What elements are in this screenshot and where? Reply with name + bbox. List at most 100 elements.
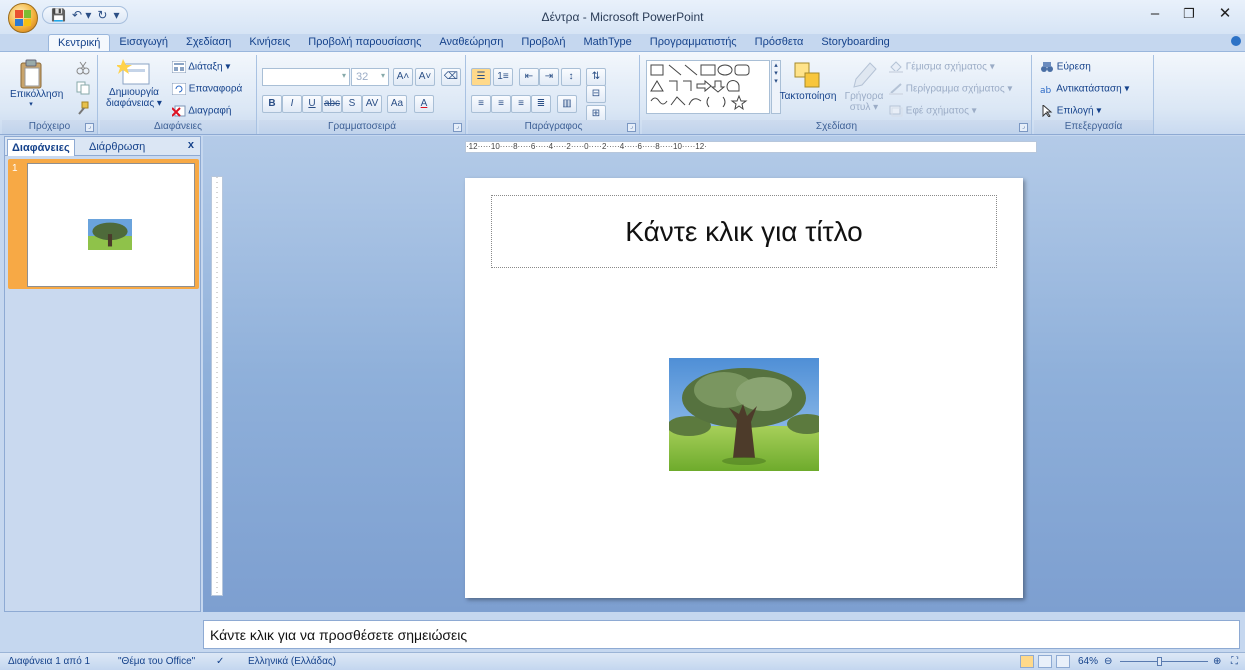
paste-button[interactable]: Επικόλληση ▾ xyxy=(10,59,63,108)
close-pane-icon[interactable]: x xyxy=(188,139,194,151)
language-status[interactable]: Ελληνικά (Ελλάδας) xyxy=(248,656,336,667)
increase-indent-button[interactable]: ⇥ xyxy=(539,68,559,86)
paragraph-launcher-icon[interactable]: ⌟ xyxy=(627,123,636,132)
underline-button[interactable]: U xyxy=(302,95,322,113)
italic-button[interactable]: I xyxy=(282,95,302,113)
reset-button[interactable]: Επαναφορά xyxy=(172,83,242,95)
font-size-value: 32 xyxy=(356,71,369,83)
tab-home[interactable]: Κεντρική xyxy=(48,34,111,51)
quick-styles-label-2: στυλ ▾ xyxy=(849,102,879,113)
columns-button[interactable]: ▥ xyxy=(557,95,577,113)
binoculars-icon xyxy=(1041,62,1053,72)
align-left-button[interactable]: ≡ xyxy=(471,95,491,113)
slide-sorter-icon[interactable] xyxy=(1038,655,1052,668)
zoom-out-icon[interactable]: ⊖ xyxy=(1104,656,1112,667)
tab-slides-pane[interactable]: Διαφάνειες xyxy=(7,139,75,156)
layout-button[interactable]: Διάταξη ▾ xyxy=(172,61,230,73)
justify-button[interactable]: ≣ xyxy=(531,95,551,113)
shape-outline-label: Περίγραμμα σχήματος ▾ xyxy=(905,83,1013,95)
align-center-button[interactable]: ≡ xyxy=(491,95,511,113)
layout-icon xyxy=(172,61,186,73)
copy-icon[interactable] xyxy=(76,81,90,95)
slides-group-label: Διαφάνειες xyxy=(100,120,256,134)
pane-tabs: Διαφάνειες Διάρθρωση x xyxy=(5,137,200,156)
olive-tree-image[interactable] xyxy=(669,358,819,471)
strikethrough-button[interactable]: abc xyxy=(322,95,342,113)
format-painter-icon[interactable] xyxy=(76,101,90,115)
tab-addins[interactable]: Πρόσθετα xyxy=(746,34,813,51)
font-name-combo[interactable]: ▾ xyxy=(262,68,350,86)
bold-button[interactable]: B xyxy=(262,95,282,113)
find-button[interactable]: Εύρεση xyxy=(1040,61,1091,73)
tab-storyboarding[interactable]: Storyboarding xyxy=(812,34,899,51)
align-right-button[interactable]: ≡ xyxy=(511,95,531,113)
shapes-gallery[interactable] xyxy=(646,60,770,114)
tab-view[interactable]: Προβολή xyxy=(512,34,574,51)
theme-status[interactable]: "Θέμα του Office" xyxy=(118,656,195,667)
tab-review[interactable]: Αναθεώρηση xyxy=(430,34,512,51)
zoom-level[interactable]: 64% xyxy=(1078,656,1098,667)
decrease-indent-button[interactable]: ⇤ xyxy=(519,68,539,86)
line-spacing-button[interactable]: ↕ xyxy=(561,68,581,86)
zoom-in-icon[interactable]: ⊕ xyxy=(1213,656,1221,667)
tab-slideshow[interactable]: Προβολή παρουσίασης xyxy=(299,34,430,51)
tab-animations[interactable]: Κινήσεις xyxy=(240,34,299,51)
shape-outline-button[interactable]: Περίγραμμα σχήματος ▾ xyxy=(889,83,1012,95)
tab-developer[interactable]: Προγραμματιστής xyxy=(641,34,746,51)
close-button[interactable]: ✕ xyxy=(1211,4,1239,24)
replace-icon: ab xyxy=(1040,86,1052,95)
olive-tree-thumbnail-image xyxy=(88,219,132,250)
notes-pane[interactable]: Κάντε κλικ για να προσθέσετε σημειώσεις xyxy=(203,620,1240,649)
char-spacing-button[interactable]: AV xyxy=(362,95,382,113)
delete-slide-label: Διαγραφή xyxy=(188,105,232,117)
new-slide-icon xyxy=(117,59,150,85)
slide-thumbnail[interactable] xyxy=(27,163,195,287)
zoom-slider-thumb[interactable] xyxy=(1157,657,1162,666)
clear-formatting-button[interactable]: ⌫ xyxy=(441,68,461,86)
align-text-button[interactable]: ⊟ xyxy=(586,85,606,103)
drawing-label: Σχεδίαση xyxy=(815,121,858,132)
slide-number: 1 xyxy=(12,163,18,174)
shape-effects-button[interactable]: Εφέ σχήματος ▾ xyxy=(889,105,977,117)
normal-view-icon[interactable] xyxy=(1020,655,1034,668)
arrange-button[interactable]: Τακτοποίηση xyxy=(776,61,840,102)
delete-slide-icon xyxy=(172,105,186,117)
clipboard-launcher-icon[interactable]: ⌟ xyxy=(85,123,94,132)
tab-insert[interactable]: Εισαγωγή xyxy=(110,34,177,51)
shadow-button[interactable]: S xyxy=(342,95,362,113)
font-color-button[interactable]: A xyxy=(414,95,434,113)
replace-button[interactable]: ab Αντικατάσταση ▾ xyxy=(1040,83,1129,95)
slides-pane: Διαφάνειες Διάρθρωση x 1 xyxy=(4,136,201,612)
quick-styles-button[interactable]: Γρήγορα στυλ ▾ xyxy=(840,61,888,113)
bullets-button[interactable]: ☰ xyxy=(471,68,491,86)
shape-fill-button[interactable]: Γέμισμα σχήματος ▾ xyxy=(889,61,995,73)
select-button[interactable]: Επιλογή ▾ xyxy=(1040,105,1101,117)
grow-font-button[interactable]: A˄ xyxy=(393,68,413,86)
clipboard-group-label: Πρόχειρο ⌟ xyxy=(2,120,97,134)
maximize-button[interactable]: ❐ xyxy=(1175,4,1203,24)
slideshow-view-icon[interactable] xyxy=(1056,655,1070,668)
zoom-slider[interactable] xyxy=(1120,661,1208,662)
font-launcher-icon[interactable]: ⌟ xyxy=(453,123,462,132)
tab-outline-pane[interactable]: Διάρθρωση xyxy=(85,139,149,156)
minimize-button[interactable]: – xyxy=(1141,4,1169,24)
slide-canvas[interactable]: Κάντε κλικ για τίτλο xyxy=(465,178,1023,598)
spellcheck-icon[interactable]: ✓ xyxy=(216,656,224,667)
horizontal-ruler: ·12·····10·····8·····6·····4·····2·····0… xyxy=(465,141,1037,153)
title-placeholder[interactable]: Κάντε κλικ για τίτλο xyxy=(491,195,997,268)
help-icon[interactable] xyxy=(1231,36,1241,46)
tab-mathtype[interactable]: MathType xyxy=(574,34,640,51)
fit-to-window-icon[interactable]: ⛶ xyxy=(1231,656,1238,667)
delete-slide-button[interactable]: Διαγραφή xyxy=(172,105,231,117)
numbering-button[interactable]: 1≡ xyxy=(493,68,513,86)
new-slide-button[interactable]: Δημιουργία διαφάνειας ▾ xyxy=(104,59,164,109)
text-direction-button[interactable]: ⇅ xyxy=(586,68,606,86)
shrink-font-button[interactable]: A˅ xyxy=(415,68,435,86)
font-size-combo[interactable]: 32 ▾ xyxy=(351,68,389,86)
cut-icon[interactable] xyxy=(76,61,90,75)
drawing-launcher-icon[interactable]: ⌟ xyxy=(1019,123,1028,132)
tab-design[interactable]: Σχεδίαση xyxy=(177,34,240,51)
change-case-button[interactable]: Aa xyxy=(387,95,407,113)
ribbon-tabs: Κεντρική Εισαγωγή Σχεδίαση Κινήσεις Προβ… xyxy=(0,34,1245,51)
font-label: Γραμματοσειρά xyxy=(328,121,396,132)
